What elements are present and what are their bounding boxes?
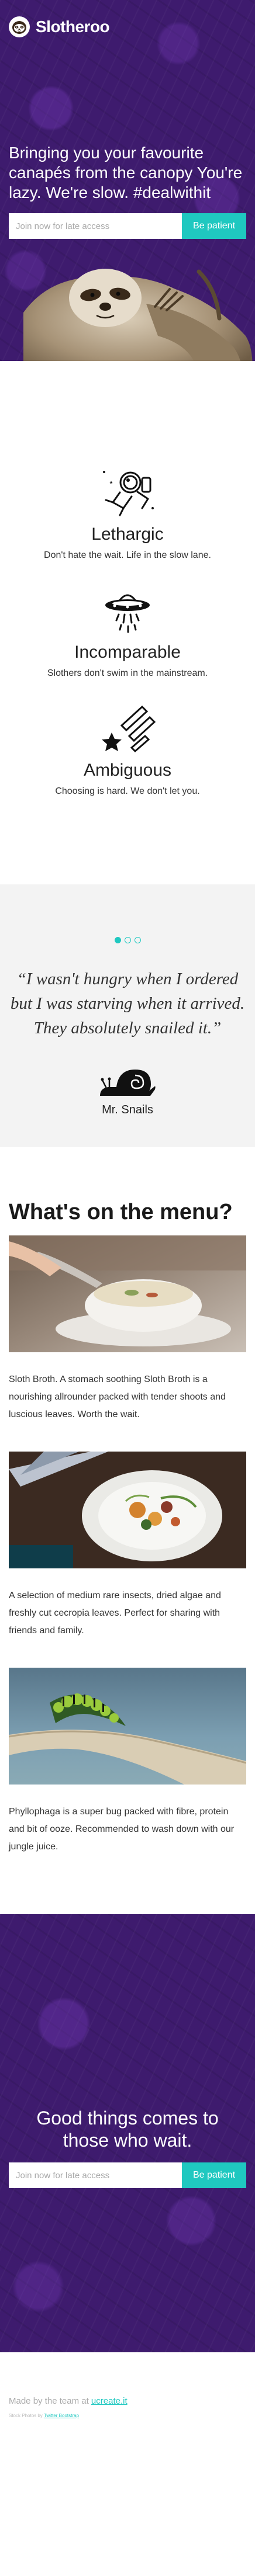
carousel-dot-3[interactable] [134, 937, 141, 943]
brand[interactable]: Slotheroo [9, 16, 110, 37]
footer-credit-text: Made by the team at [9, 2396, 89, 2406]
footer-credit: Made by the team at ucreate.it [9, 2396, 246, 2406]
testimonial-author: Mr. Snails [102, 1103, 153, 1116]
soup-bowl-photo [9, 1235, 246, 1352]
cta-be-patient-button[interactable]: Be patient [182, 2162, 246, 2188]
footer: Made by the team at ucreate.it Stock Pho… [0, 2352, 255, 2442]
hero-be-patient-button[interactable]: Be patient [182, 213, 246, 239]
menu-item: A selection of medium rare insects, drie… [9, 1452, 246, 1640]
footer-ucreate-link[interactable]: ucreate.it [91, 2396, 128, 2406]
carousel-dot-2[interactable] [124, 937, 131, 943]
sloth-photo [23, 269, 253, 361]
feature-title: Ambiguous [83, 761, 172, 780]
footer-stock-text: Stock Photos by [9, 2413, 43, 2418]
carousel-dots [0, 937, 255, 943]
feature-description: Slothers don't swim in the mainstream. [47, 668, 208, 678]
hero-email-input[interactable] [9, 213, 182, 239]
testimonial-quote: “I wasn't hungry when I ordered but I wa… [10, 970, 245, 1037]
menu-item-description: Sloth Broth. A stomach soothing Sloth Br… [9, 1374, 226, 1419]
menu-item: Sloth Broth. A stomach soothing Sloth Br… [9, 1235, 246, 1424]
footer-bootstrap-link[interactable]: Twitter Bootstrap [44, 2413, 79, 2418]
shooting-stars-icon [102, 705, 156, 753]
carousel-dot-1[interactable] [114, 937, 121, 943]
feature-title: Lethargic [91, 525, 164, 544]
feature-description: Choosing is hard. We don't let you. [55, 786, 200, 796]
menu-item: Phyllophaga is a super bug packed with f… [9, 1668, 246, 1856]
salad-plate-photo [9, 1452, 246, 1568]
feature-ambiguous: Ambiguous Choosing is hard. We don't let… [0, 702, 255, 797]
brand-name: Slotheroo [36, 18, 110, 36]
cta-signup-form: Be patient [9, 2162, 246, 2188]
testimonial-section: “I wasn't hungry when I ordered but I wa… [0, 884, 255, 1147]
features-section: Lethargic Don't hate the wait. Life in t… [0, 361, 255, 797]
lazy-astronaut-icon [103, 471, 154, 516]
sloth-face-icon [9, 16, 30, 37]
cta-email-input[interactable] [9, 2162, 182, 2188]
snail-icon [100, 1070, 156, 1096]
hero-headline: Bringing you your favourite canapés from… [9, 144, 243, 202]
feature-lethargic: Lethargic Don't hate the wait. Life in t… [0, 466, 255, 561]
hero-section: Slotheroo Bringing you your favourite ca… [0, 0, 255, 361]
feature-incomparable: Incomparable Slothers don't swim in the … [0, 584, 255, 679]
menu-section: What's on the menu? Sloth Broth. A stoma… [0, 1147, 255, 1856]
menu-item-description: Phyllophaga is a super bug packed with f… [9, 1807, 235, 1852]
menu-item-description: A selection of medium rare insects, drie… [9, 1591, 221, 1636]
cta-headline: Good things comes to those who wait. [36, 2108, 219, 2151]
feature-description: Don't hate the wait. Life in the slow la… [44, 550, 211, 560]
menu-heading: What's on the menu? [9, 1200, 233, 1224]
cta-section: Good things comes to those who wait. Be … [0, 1914, 255, 2352]
feature-title: Incomparable [74, 643, 181, 662]
caterpillar-on-branch-photo [9, 1668, 246, 1785]
footer-stock-credit: Stock Photos by Twitter Bootstrap [9, 2413, 246, 2418]
ufo-icon [105, 594, 150, 633]
hero-signup-form: Be patient [9, 213, 246, 239]
